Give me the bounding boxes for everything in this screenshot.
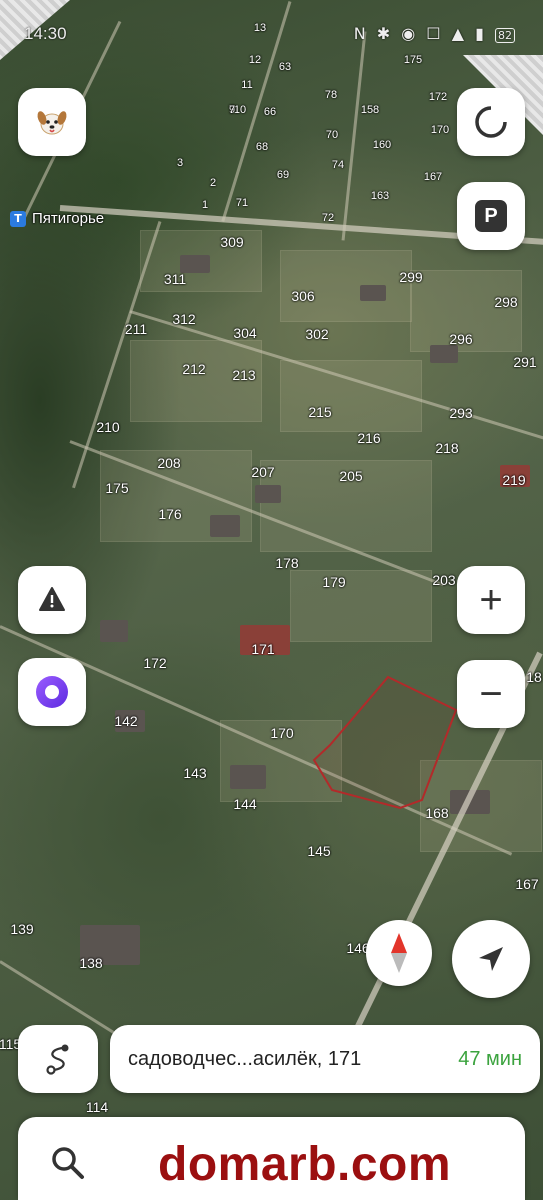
- profile-button[interactable]: [18, 88, 86, 156]
- plot-number: 176: [158, 506, 182, 522]
- plot-number: 213: [232, 367, 256, 383]
- alice-ring-icon: [36, 676, 68, 708]
- plot-number: 216: [357, 430, 381, 446]
- route-eta: 47 мин: [458, 1047, 522, 1070]
- route-summary-card[interactable]: садоводчес...асилёк, 171 47 мин: [110, 1025, 540, 1093]
- plot-number: 70: [325, 129, 339, 141]
- plot-number: 205: [339, 468, 363, 484]
- plot-number: 302: [305, 326, 329, 342]
- plot-number: 10: [233, 104, 247, 116]
- parking-icon: P: [475, 200, 507, 232]
- plot-number: 163: [370, 190, 390, 202]
- search-icon: [52, 1147, 84, 1179]
- plot-number: 306: [291, 288, 315, 304]
- plot-number: 138: [79, 955, 103, 971]
- navigation-arrow-icon: [479, 947, 503, 971]
- plot-number: 219: [502, 472, 526, 488]
- clock: 14:30: [24, 24, 67, 43]
- route-icon: [46, 1044, 69, 1075]
- plot-number: 167: [423, 171, 443, 183]
- plot-number: 304: [233, 325, 257, 341]
- plot-number: 293: [449, 405, 473, 421]
- zoom-in-button[interactable]: +: [457, 566, 525, 634]
- plot-number: 299: [399, 269, 423, 285]
- satellite-map[interactable]: 13 12 11 10 9 7 3 2 1 63 66 68 69 71 72 …: [0, 0, 543, 1200]
- plot-number: 3: [176, 157, 184, 169]
- plot-number: 168: [425, 805, 449, 821]
- plot-number: 139: [10, 921, 34, 937]
- status-icons-text: N ✱ ◉ ☐ ▲ ▮: [353, 24, 487, 43]
- plot-number: 309: [220, 234, 244, 250]
- plot-number: 142: [114, 713, 138, 729]
- plot-number: 2: [209, 177, 217, 189]
- plot-number: 72: [321, 212, 335, 224]
- route-destination: садоводчес...асилёк, 171: [128, 1047, 362, 1070]
- status-bar: 14:30 N ✱ ◉ ☐ ▲ ▮ 82: [0, 18, 543, 50]
- search-button[interactable]: [48, 1143, 88, 1183]
- plot-number: 175: [105, 480, 129, 496]
- plot-number: 158: [360, 104, 380, 116]
- search-bar[interactable]: domarb.com: [18, 1117, 525, 1200]
- plot-number: 210: [96, 419, 120, 435]
- zoom-out-label: −: [479, 672, 503, 716]
- plot-number: 74: [331, 159, 345, 171]
- plot-number: 178: [275, 555, 299, 571]
- plot-number: 203: [432, 572, 456, 588]
- plot-number: 311: [163, 271, 187, 287]
- plot-number: 66: [263, 106, 277, 118]
- plot-number: 145: [307, 843, 331, 859]
- plot-number: 160: [372, 139, 392, 151]
- plot-number: 170: [430, 124, 450, 136]
- plot-number: 18: [526, 669, 542, 685]
- zoom-out-button[interactable]: −: [457, 660, 525, 728]
- plot-number: 1: [201, 199, 209, 211]
- route-button[interactable]: [18, 1025, 98, 1093]
- plot-number: 170: [270, 725, 294, 741]
- compass-icon: [391, 933, 407, 973]
- plot-number: 296: [449, 331, 473, 347]
- plot-number: 175: [403, 54, 423, 66]
- plot-number: 63: [278, 61, 292, 73]
- plot-number: 215: [308, 404, 332, 420]
- plot-number: 78: [324, 89, 338, 101]
- dog-face-icon: [37, 111, 67, 135]
- station-label[interactable]: Т Пятигорье: [10, 210, 104, 227]
- plot-number: 208: [157, 455, 181, 471]
- warning-triangle-icon: [39, 587, 65, 611]
- layers-button[interactable]: [457, 88, 525, 156]
- plot-number: 7: [228, 104, 236, 116]
- my-location-button[interactable]: [452, 920, 530, 998]
- plot-number: 12: [248, 54, 262, 66]
- plot-number: 291: [513, 354, 537, 370]
- plot-number: 218: [435, 440, 459, 456]
- alice-assistant-button[interactable]: [18, 658, 86, 726]
- station-name: Пятигорье: [32, 210, 105, 227]
- parking-button[interactable]: P: [457, 182, 525, 250]
- plot-number: 144: [233, 796, 257, 812]
- plot-number: 71: [235, 197, 249, 209]
- train-station-icon: Т: [10, 210, 26, 227]
- plot-number: 167: [515, 876, 539, 892]
- plot-number: 171: [251, 641, 275, 657]
- plot-number: 114: [85, 1099, 109, 1115]
- status-icons: N ✱ ◉ ☐ ▲ ▮ 82: [354, 24, 515, 43]
- plot-number: 211: [124, 321, 148, 337]
- plot-number: 172: [428, 91, 448, 103]
- alert-button[interactable]: [18, 566, 86, 634]
- layers-circle-icon: [475, 105, 508, 138]
- plot-number: 298: [494, 294, 518, 310]
- plot-number: 143: [183, 765, 207, 781]
- zoom-in-label: +: [479, 578, 503, 622]
- plot-number: 172: [143, 655, 167, 671]
- plot-number: 312: [172, 311, 196, 327]
- battery-icon: 82: [495, 28, 515, 43]
- plot-number: 179: [322, 574, 346, 590]
- plot-number: 69: [276, 169, 290, 181]
- compass-button[interactable]: [366, 920, 432, 986]
- plot-number: 212: [182, 361, 206, 377]
- plot-number: 68: [255, 141, 269, 153]
- plot-number: 207: [251, 464, 275, 480]
- plot-number: 11: [241, 79, 253, 91]
- watermark: domarb.com: [158, 1138, 452, 1191]
